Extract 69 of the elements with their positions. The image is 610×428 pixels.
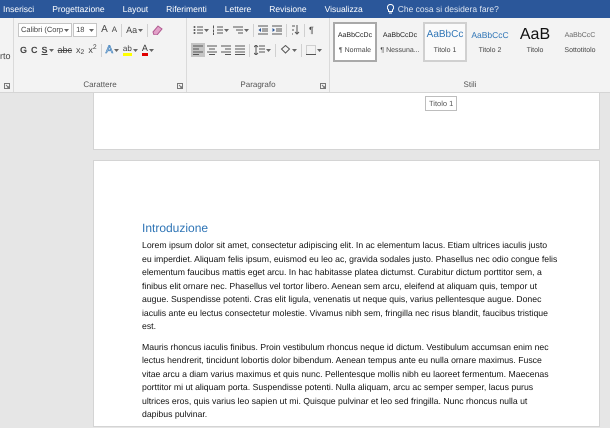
caret-icon [266, 48, 271, 52]
button-label[interactable]: rto [0, 50, 13, 64]
launcher-icon [4, 83, 10, 89]
multilevel-list-icon [233, 25, 243, 35]
group-title: Paragrafo [240, 79, 276, 91]
strikethrough-button[interactable]: abc [56, 43, 74, 57]
numbering-button[interactable] [211, 23, 231, 37]
bullets-button[interactable] [191, 23, 211, 37]
paragraph: Mauris rhoncus iaculis finibus. Proin vestibulum rhoncus neque id dictum. Vestibulum accumsan enim nec lectus hendrerit, tincidunt lobortis dolor bibendum. Aenean tempus ante eu nulla ornare maximus. Fusce vitae arcu a diam varius maximus et quis nunc. Pellentesque mollis nibh eu laoreet fermentum. Maecenas porttitor mi ut aliquam porta. Suspendisse potenti. Nulla aliquam, arcu ac semper semper, lacus purus ultrices eros, quis varius leo sapien ut mi. Quisque pulvinar et leo sed fringilla. Nunc rhoncus nulla ut dapibus pulvinar. [142, 340, 550, 421]
line-spacing-button[interactable] [252, 43, 273, 57]
group-title: Stili [464, 79, 476, 91]
launcher-icon [320, 83, 326, 89]
caret-icon [317, 48, 322, 52]
ribbon-tab[interactable]: Progettazione [52, 2, 114, 16]
ribbon-tab[interactable]: Lettere [224, 2, 260, 16]
eraser-icon [152, 25, 164, 35]
caret-icon [244, 28, 249, 32]
subscript-button[interactable]: x$_{2}$ [74, 43, 86, 57]
lightbulb-icon [386, 4, 394, 14]
caret-icon [132, 48, 138, 52]
justify-icon [235, 45, 245, 55]
superscript-button[interactable]: x$^{2}$ [86, 43, 99, 57]
italic-button[interactable]: C [29, 43, 40, 57]
launcher-icon [177, 83, 183, 89]
font-color-button[interactable]: A [140, 43, 156, 57]
outdent-icon [258, 25, 268, 35]
shrink-font-button[interactable]: A [110, 23, 120, 37]
caret-icon [224, 28, 229, 32]
change-case-button[interactable]: Aa [124, 23, 146, 37]
caret-icon [89, 28, 94, 32]
bold-button[interactable]: G [18, 43, 30, 57]
numbered-list-icon [213, 25, 223, 35]
ribbon-tab[interactable]: Layout [122, 2, 158, 16]
paragraph: Lorem ipsum dolor sit amet, consectetur adipiscing elit. In ac elementum lacus. Etiam ultrices iaculis justo eu imperdiet. Aliquam felis ipsum, euismod eu leo ac, gravida sodales justo. Phasellus nec odio congue felis elementum faucibus mattis eget arcu. In hac habitasse platea dictumst. Curabitur dictum porttitor sem, a finibus elit ornare nec. Phasellus vel tortor libero. Aenean sem arcu, eleifend at aliquam quis, tempor ut augue. Suspendisse potenti. Cras elit ligula, venenatis ut neque quis, varius pellentesque augue. Donec iaculis ante eu lectus consectetur molestie. Vivamus nibh sem, fringilla nec risus blandit, faucibus tristique est. [142, 239, 558, 333]
sort-icon [291, 25, 300, 35]
underline-button[interactable]: S [40, 43, 56, 57]
show-marks-button[interactable]: ¶ [307, 23, 316, 37]
ribbon-tab[interactable]: Riferimenti [166, 2, 216, 16]
align-left-button[interactable] [191, 43, 205, 57]
align-left-icon [193, 45, 203, 55]
ribbon-tab[interactable]: Visualizza [324, 2, 372, 16]
caret-icon [64, 28, 70, 32]
align-right-button[interactable] [219, 43, 233, 57]
group-title: Carattere [83, 79, 117, 91]
increase-indent-button[interactable] [270, 23, 284, 37]
indent-icon [272, 25, 282, 35]
align-center-icon [207, 45, 217, 55]
grow-font-button[interactable]: A [99, 23, 110, 37]
search-field[interactable]: Che cosa si desidera fare? [398, 2, 528, 16]
borders-button[interactable] [304, 43, 324, 57]
decrease-indent-button[interactable] [256, 23, 270, 37]
borders-icon [306, 45, 316, 55]
center-button[interactable] [205, 43, 219, 57]
bulleted-list-icon [193, 25, 203, 35]
ribbon-tab[interactable]: Inserisci [3, 2, 44, 16]
sort-button[interactable] [289, 23, 302, 37]
ribbon-tab[interactable]: Revisione [269, 2, 316, 16]
line-spacing-icon [254, 45, 265, 55]
justify-button[interactable] [233, 43, 247, 57]
caret-icon [204, 28, 209, 32]
clear-formatting-button[interactable] [150, 23, 166, 37]
caret-icon [292, 48, 297, 52]
caret-icon [138, 28, 144, 32]
caret-icon [148, 48, 154, 52]
caret-icon [48, 48, 54, 52]
caret-icon [114, 48, 119, 52]
align-right-icon [221, 45, 231, 55]
heading: Introduzione [142, 220, 210, 237]
highlight-button[interactable]: ab [120, 43, 140, 57]
